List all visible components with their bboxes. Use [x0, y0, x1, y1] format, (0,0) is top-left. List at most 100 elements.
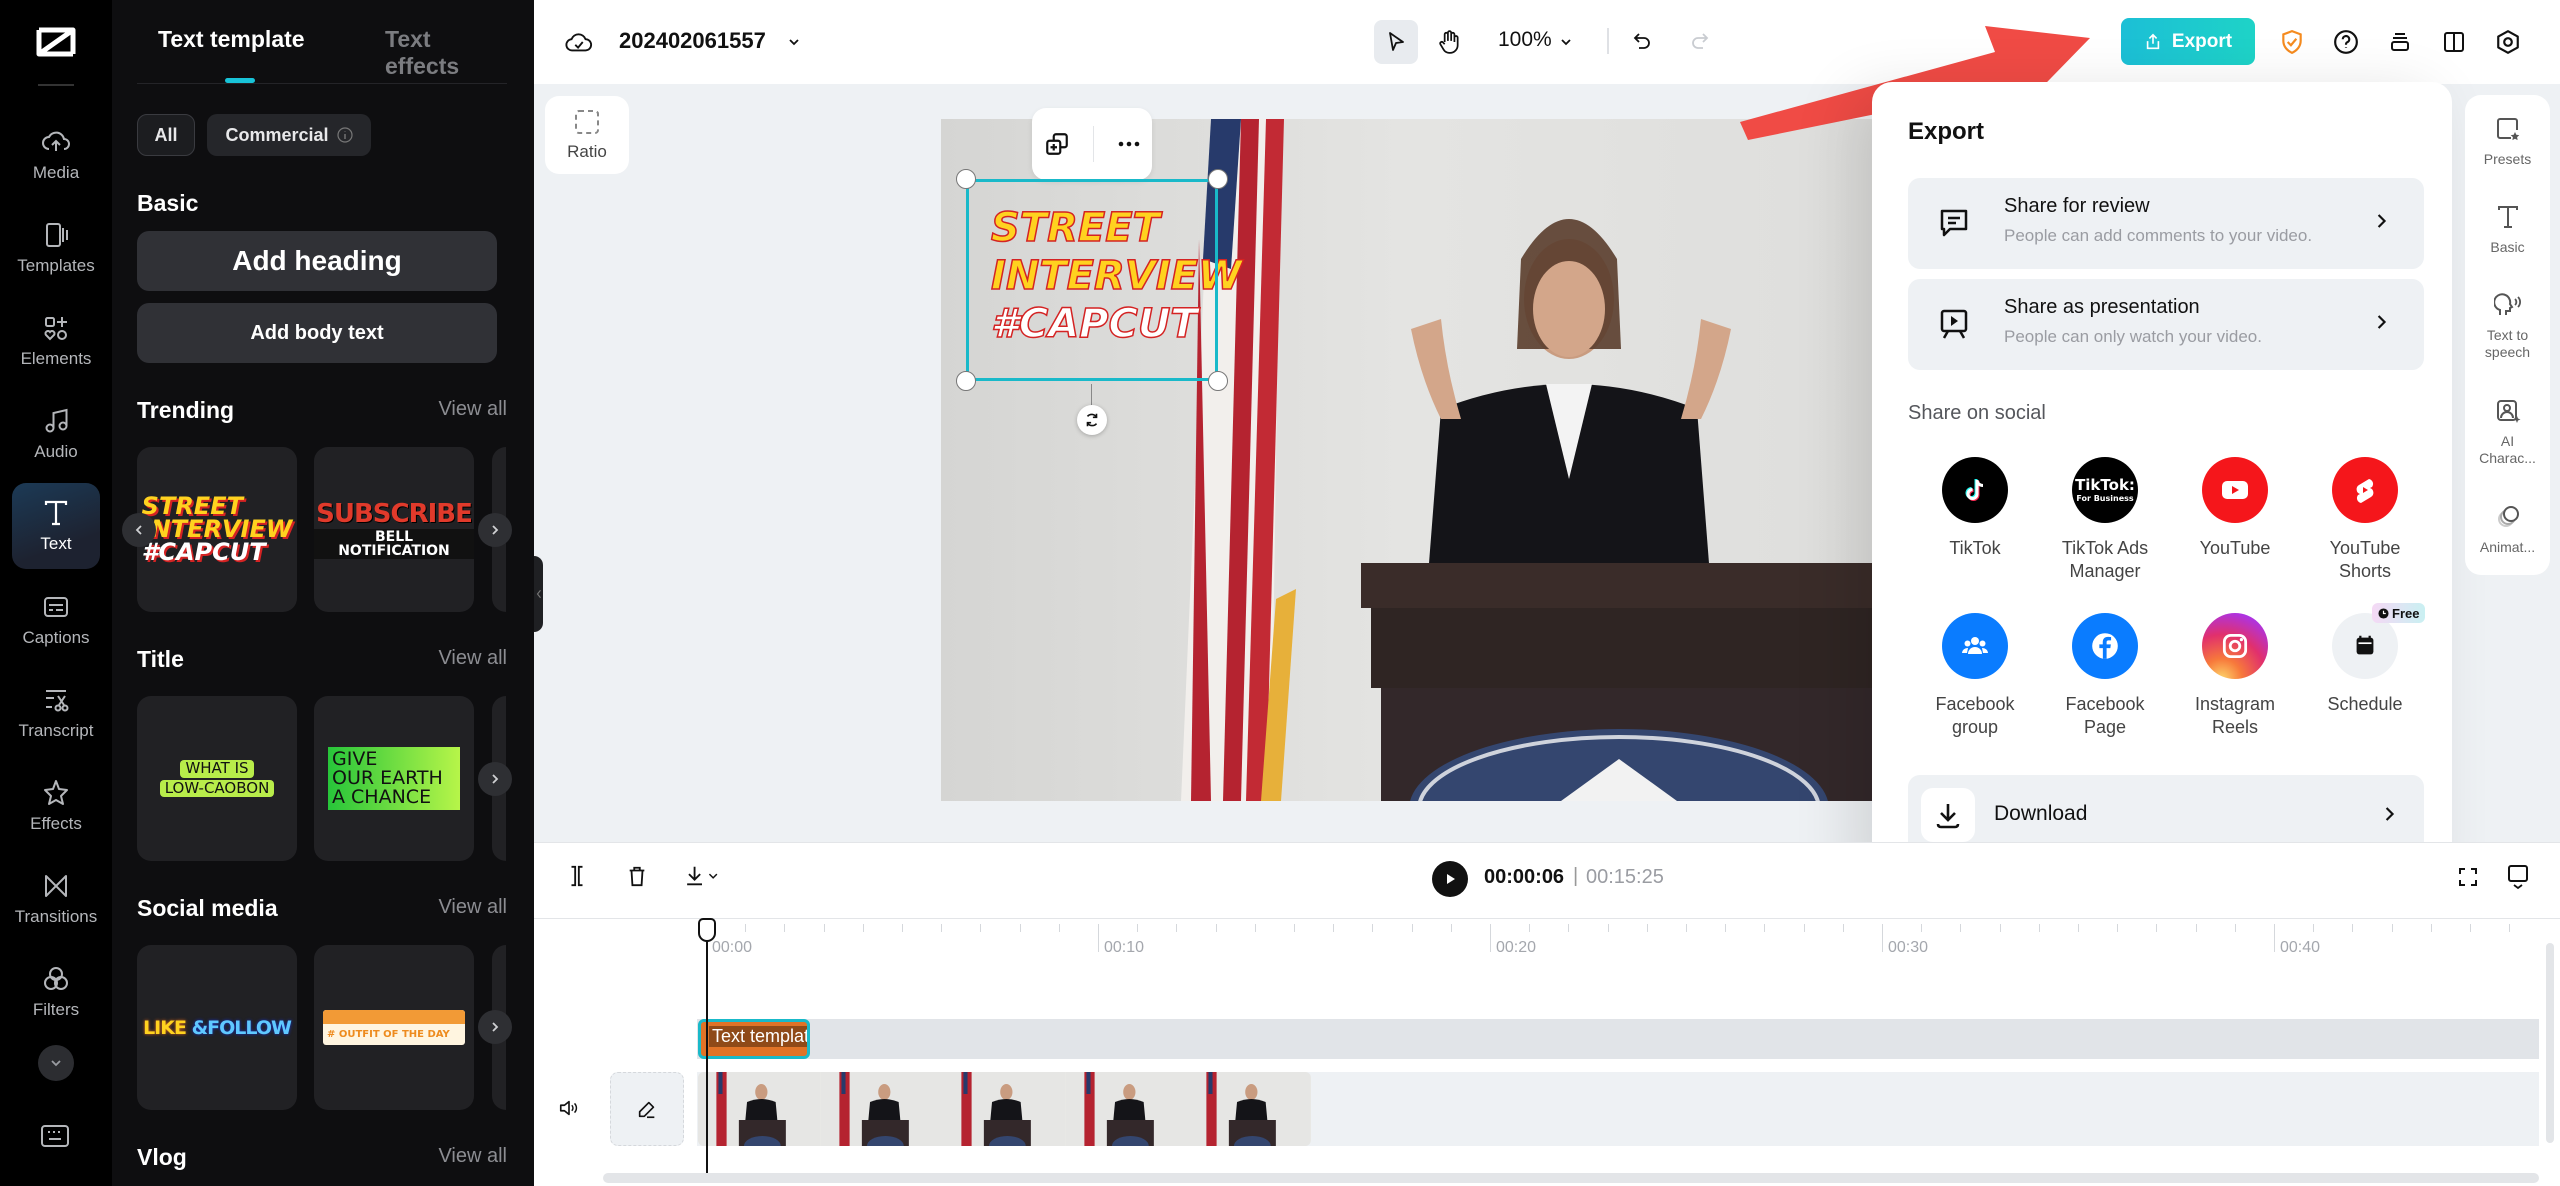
carousel-next-button[interactable] [478, 1010, 512, 1044]
tab-text-template[interactable]: Text template [158, 26, 305, 53]
ratio-button[interactable]: Ratio [545, 96, 629, 174]
filter-commercial[interactable]: Commercial [207, 114, 371, 156]
playhead-handle[interactable] [698, 918, 716, 942]
share-facebook-page[interactable]: Facebook Page [2040, 613, 2170, 738]
vertical-scrollbar[interactable] [2546, 943, 2554, 1143]
more-options-button[interactable] [1117, 140, 1141, 148]
play-button[interactable] [1432, 861, 1468, 897]
preview-settings-button[interactable] [2506, 863, 2530, 891]
zoom-level[interactable]: 100% [1498, 28, 1552, 52]
share-instagram-reels[interactable]: Instagram Reels [2170, 613, 2300, 738]
export-button[interactable]: Export [2121, 18, 2255, 65]
rail-item-text[interactable]: Text [12, 483, 100, 569]
video-clip[interactable] [698, 1072, 1311, 1146]
resize-handle-bottom-left[interactable] [956, 371, 976, 391]
share-tiktok-ads-manager[interactable]: TikTok: For Business TikTok Ads Manager [2040, 457, 2170, 582]
template-card-outfit[interactable]: # OUTFIT OF THE DAY [314, 945, 474, 1110]
add-body-text-button[interactable]: Add body text [137, 303, 497, 363]
cloud-saved-icon[interactable] [564, 27, 594, 57]
layout-toggle-button[interactable] [2436, 24, 2472, 60]
playhead[interactable] [706, 918, 708, 1183]
resize-handle-top-right[interactable] [1208, 169, 1228, 189]
delete-button[interactable] [626, 863, 648, 889]
project-name[interactable]: 202402061557 [619, 28, 766, 54]
prop-presets[interactable]: Presets [2465, 115, 2550, 168]
view-all-social-media[interactable]: View all [438, 896, 507, 919]
export-clip-button[interactable] [682, 863, 722, 889]
redo-button[interactable] [1682, 24, 1718, 60]
prop-animation[interactable]: Animat... [2465, 503, 2550, 556]
rail-item-audio[interactable]: Audio [12, 391, 100, 477]
prop-basic[interactable]: Basic [2465, 203, 2550, 256]
selection-box[interactable] [966, 179, 1218, 381]
schedule-post[interactable]: Free Schedule [2300, 603, 2430, 716]
zoom-chevron-icon[interactable] [1556, 32, 1576, 52]
template-card-like-follow[interactable]: LIKE &FOLLOW [137, 945, 297, 1110]
carousel-prev-button[interactable] [122, 513, 156, 547]
view-all-vlog[interactable]: View all [438, 1145, 507, 1168]
template-card-low-carbon[interactable]: WHAT IS LOW-CAOBON [137, 696, 297, 861]
collapse-panel-handle[interactable] [534, 556, 543, 632]
split-icon [571, 865, 583, 887]
split-button[interactable] [566, 863, 588, 889]
social-label: Schedule [2327, 694, 2403, 714]
resize-handle-top-left[interactable] [956, 169, 976, 189]
timeline-ruler[interactable]: 00:00 00:10 00:20 00:30 00:40 [534, 918, 2560, 968]
view-all-trending[interactable]: View all [438, 398, 507, 421]
help-button[interactable] [2328, 24, 2364, 60]
resize-handle-bottom-right[interactable] [1208, 371, 1228, 391]
project-menu-chevron-icon[interactable] [784, 32, 804, 52]
text-track[interactable] [697, 1019, 2539, 1059]
share-youtube[interactable]: YouTube [2170, 457, 2300, 560]
rail-item-templates[interactable]: Templates [12, 205, 100, 291]
capcut-logo-icon[interactable] [36, 26, 76, 58]
filter-all[interactable]: All [137, 114, 195, 156]
template-card-give-earth[interactable]: GIVE OUR EARTH A CHANCE [314, 696, 474, 861]
template-card-street-interview[interactable]: STREET INTERVIEW #CAPCUT [137, 447, 297, 612]
rotate-handle[interactable] [1077, 405, 1107, 435]
select-tool-button[interactable] [1374, 20, 1418, 64]
rail-item-transcript[interactable]: Transcript [12, 670, 100, 756]
fullscreen-button[interactable] [2456, 865, 2480, 889]
carousel-next-button[interactable] [478, 513, 512, 547]
section-title-vlog: Vlog [137, 1144, 187, 1170]
pro-shield-button[interactable] [2274, 24, 2310, 60]
rail-item-effects[interactable]: Effects [12, 763, 100, 849]
share-tiktok[interactable]: TikTok [1910, 457, 2040, 560]
edit-cover-button[interactable] [610, 1072, 684, 1146]
mute-button[interactable] [558, 1097, 580, 1119]
carousel-next-button[interactable] [478, 762, 512, 796]
social-label: Instagram Reels [2194, 694, 2276, 737]
ratio-label: Ratio [567, 142, 607, 161]
tab-text-effects[interactable]: Text effects [385, 26, 507, 80]
share-youtube-shorts[interactable]: YouTube Shorts [2300, 457, 2430, 582]
view-all-title[interactable]: View all [438, 647, 507, 670]
settings-button[interactable] [2490, 24, 2526, 60]
rail-more-button[interactable] [38, 1045, 74, 1081]
template-card-subscribe[interactable]: SUBSCRIBE BELL NOTIFICATION [314, 447, 474, 612]
info-icon[interactable] [336, 127, 353, 143]
elements-icon [44, 317, 67, 341]
text-clip[interactable]: Text template [698, 1019, 810, 1059]
rail-item-transitions[interactable]: Transitions [12, 856, 100, 942]
rail-divider [38, 84, 74, 86]
rail-item-media[interactable]: Media [12, 112, 100, 198]
share-review-subtitle: People can add comments to your video. [2004, 226, 2313, 245]
export-button-label: Export [2171, 30, 2233, 52]
keyboard-shortcuts-icon[interactable] [40, 1124, 70, 1148]
ruler-minor-tick [1215, 924, 1217, 932]
rail-item-elements[interactable]: Elements [12, 298, 100, 384]
share-facebook-group[interactable]: Facebook group [1910, 613, 2040, 738]
share-for-review-button[interactable]: Share for review People can add comments… [1908, 178, 2424, 269]
horizontal-scrollbar[interactable] [603, 1173, 2539, 1183]
prop-ai-character[interactable]: AI Charac... [2465, 397, 2550, 467]
share-as-presentation-button[interactable]: Share as presentation People can only wa… [1908, 279, 2424, 370]
duplicate-button[interactable] [1044, 131, 1070, 157]
prop-text-to-speech[interactable]: Text to speech [2465, 291, 2550, 361]
add-heading-button[interactable]: Add heading [137, 231, 497, 291]
rail-item-captions[interactable]: Captions [12, 577, 100, 663]
hand-tool-button[interactable] [1427, 20, 1471, 64]
layers-button[interactable] [2382, 24, 2418, 60]
rail-item-filters[interactable]: Filters [12, 949, 100, 1035]
undo-button[interactable] [1624, 24, 1660, 60]
